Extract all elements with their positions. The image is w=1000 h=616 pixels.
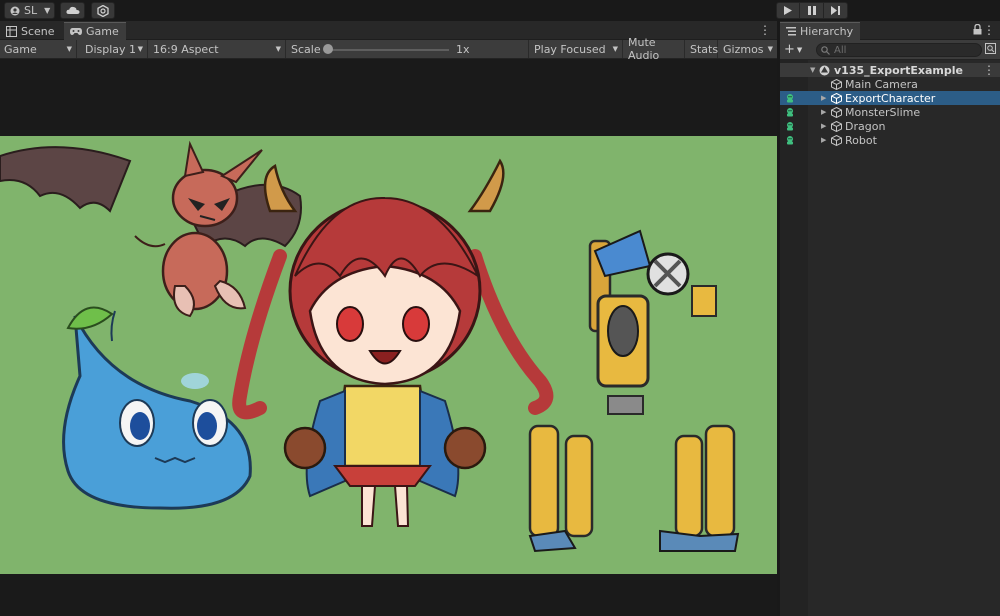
display-label: Display 1 (85, 42, 137, 56)
account-label: SL (24, 4, 38, 17)
item-label: Dragon (845, 119, 886, 133)
play-mode-dropdown[interactable]: Play Focused ▼ (530, 40, 623, 58)
hierarchy-tree: ▼ v135_ExportExample ⋮ Main Camera ▶ Exp… (780, 60, 1000, 616)
search-input[interactable]: All (816, 43, 982, 57)
create-button[interactable]: + ▼ (784, 42, 808, 57)
gameobject-icon (831, 106, 842, 118)
account-dropdown[interactable]: SL ▼ (4, 2, 55, 19)
scene-icon (6, 25, 17, 37)
step-icon (831, 6, 840, 15)
scale-slider-track[interactable] (327, 49, 449, 51)
panel-menu-icon[interactable]: ⋮ (983, 23, 995, 37)
item-label: ExportCharacter (845, 91, 936, 105)
tab-scene-label: Scene (21, 24, 55, 38)
scene-menu-icon[interactable]: ⋮ (983, 63, 995, 77)
stats-label: Stats (690, 42, 719, 56)
item-label: Main Camera (845, 77, 918, 91)
tab-hierarchy-label: Hierarchy (800, 25, 854, 38)
search-placeholder: All (834, 44, 847, 56)
gizmos-label: Gizmos (723, 42, 764, 56)
pause-button[interactable] (800, 2, 824, 19)
vrm-icon (787, 108, 793, 117)
play-icon (784, 6, 792, 15)
play-controls (776, 2, 848, 19)
game-toolbar: Game ▼ Display 1 ▼ 16:9 Aspect ▼ Scale 1… (0, 36, 777, 62)
pause-icon (807, 6, 816, 15)
gamepad-icon (70, 28, 82, 35)
vrm-icon (787, 122, 793, 131)
robot-character (528, 229, 740, 553)
hierarchy-item-monster-slime[interactable]: ▶ MonsterSlime (780, 105, 1000, 119)
hierarchy-item-main-camera[interactable]: Main Camera (780, 77, 1000, 91)
aspect-label: 16:9 Aspect (153, 42, 219, 56)
aspect-dropdown[interactable]: 16:9 Aspect ▼ (149, 40, 286, 58)
play-button[interactable] (776, 2, 800, 19)
scene-name: v135_ExportExample (834, 63, 963, 77)
item-label: Robot (845, 133, 877, 147)
step-button[interactable] (824, 2, 848, 19)
scale-value: 1x (456, 42, 470, 56)
chevron-down-icon: ▼ (612, 45, 618, 53)
stats-toggle[interactable]: Stats (686, 40, 718, 58)
vrm-icon (787, 94, 793, 103)
gameobject-icon (831, 78, 842, 90)
panel-menu-icon[interactable]: ⋮ (759, 23, 771, 37)
gizmos-dropdown[interactable]: Gizmos ▼ (719, 40, 777, 58)
expand-arrow-icon[interactable]: ▶ (821, 122, 826, 130)
mute-audio-label: Mute Audio (628, 36, 660, 62)
scale-slider-handle[interactable] (323, 44, 333, 54)
hierarchy-icon (786, 27, 796, 36)
item-label: MonsterSlime (845, 105, 921, 119)
expand-arrow-icon[interactable]: ▶ (821, 94, 826, 102)
expand-arrow-icon[interactable]: ▶ (821, 136, 826, 144)
scale-label: Scale (291, 42, 321, 56)
tab-hierarchy[interactable]: Hierarchy (780, 22, 860, 40)
plus-icon: + (784, 42, 795, 57)
chevron-down-icon: ▼ (66, 45, 72, 53)
collab-button[interactable] (91, 2, 115, 19)
game-viewport[interactable] (0, 136, 777, 574)
hierarchy-toolbar: + ▼ All (780, 40, 1000, 60)
tab-game-label: Game (86, 25, 119, 38)
tab-scene[interactable]: Scene (0, 22, 62, 40)
cloud-button[interactable] (60, 2, 85, 19)
hierarchy-item-robot[interactable]: ▶ Robot (780, 133, 1000, 147)
chevron-down-icon: ▼ (137, 45, 143, 53)
search-options-icon[interactable] (985, 43, 996, 54)
hierarchy-item-dragon[interactable]: ▶ Dragon (780, 119, 1000, 133)
slime-character (62, 306, 252, 510)
hierarchy-tabbar: Hierarchy ⋮ (780, 21, 1000, 40)
view-mode-label: Game (4, 42, 37, 56)
gameobject-icon (831, 92, 842, 104)
scale-control: Scale 1x (287, 40, 529, 58)
lock-icon[interactable] (973, 24, 982, 35)
gameobject-icon (831, 120, 842, 132)
display-dropdown[interactable]: Display 1 ▼ (81, 40, 148, 58)
tab-game[interactable]: Game (64, 22, 126, 40)
play-mode-label: Play Focused (534, 42, 606, 56)
expand-arrow-icon[interactable]: ▼ (810, 66, 815, 74)
scene-row[interactable]: ▼ v135_ExportExample ⋮ (780, 63, 1000, 77)
game-render (0, 140, 740, 553)
hierarchy-item-export-character[interactable]: ▶ ExportCharacter (780, 91, 1000, 105)
vrm-icon (787, 136, 793, 145)
expand-arrow-icon[interactable]: ▶ (821, 108, 826, 116)
chevron-down-icon: ▼ (275, 45, 281, 53)
collab-icon (97, 4, 109, 17)
account-icon (10, 6, 20, 15)
chevron-down-icon: ▼ (44, 6, 51, 15)
main-toolbar: SL ▼ (0, 0, 1000, 21)
cloud-icon (65, 6, 79, 14)
hierarchy-panel: Hierarchy ⋮ + ▼ All ▼ v135_ExportExample… (780, 21, 1000, 616)
chevron-down-icon: ▼ (767, 45, 773, 53)
dragon-wing-left (0, 146, 132, 213)
view-mode-dropdown[interactable]: Game ▼ (0, 40, 77, 58)
chevron-down-icon: ▼ (796, 45, 803, 54)
gameobject-icon (831, 134, 842, 146)
unity-scene-icon (819, 65, 830, 75)
game-panel: Scene Game ⋮ Game ▼ Display 1 ▼ 16:9 Asp… (0, 21, 777, 616)
search-icon (821, 45, 830, 55)
mute-audio-toggle[interactable]: Mute Audio (624, 36, 685, 62)
